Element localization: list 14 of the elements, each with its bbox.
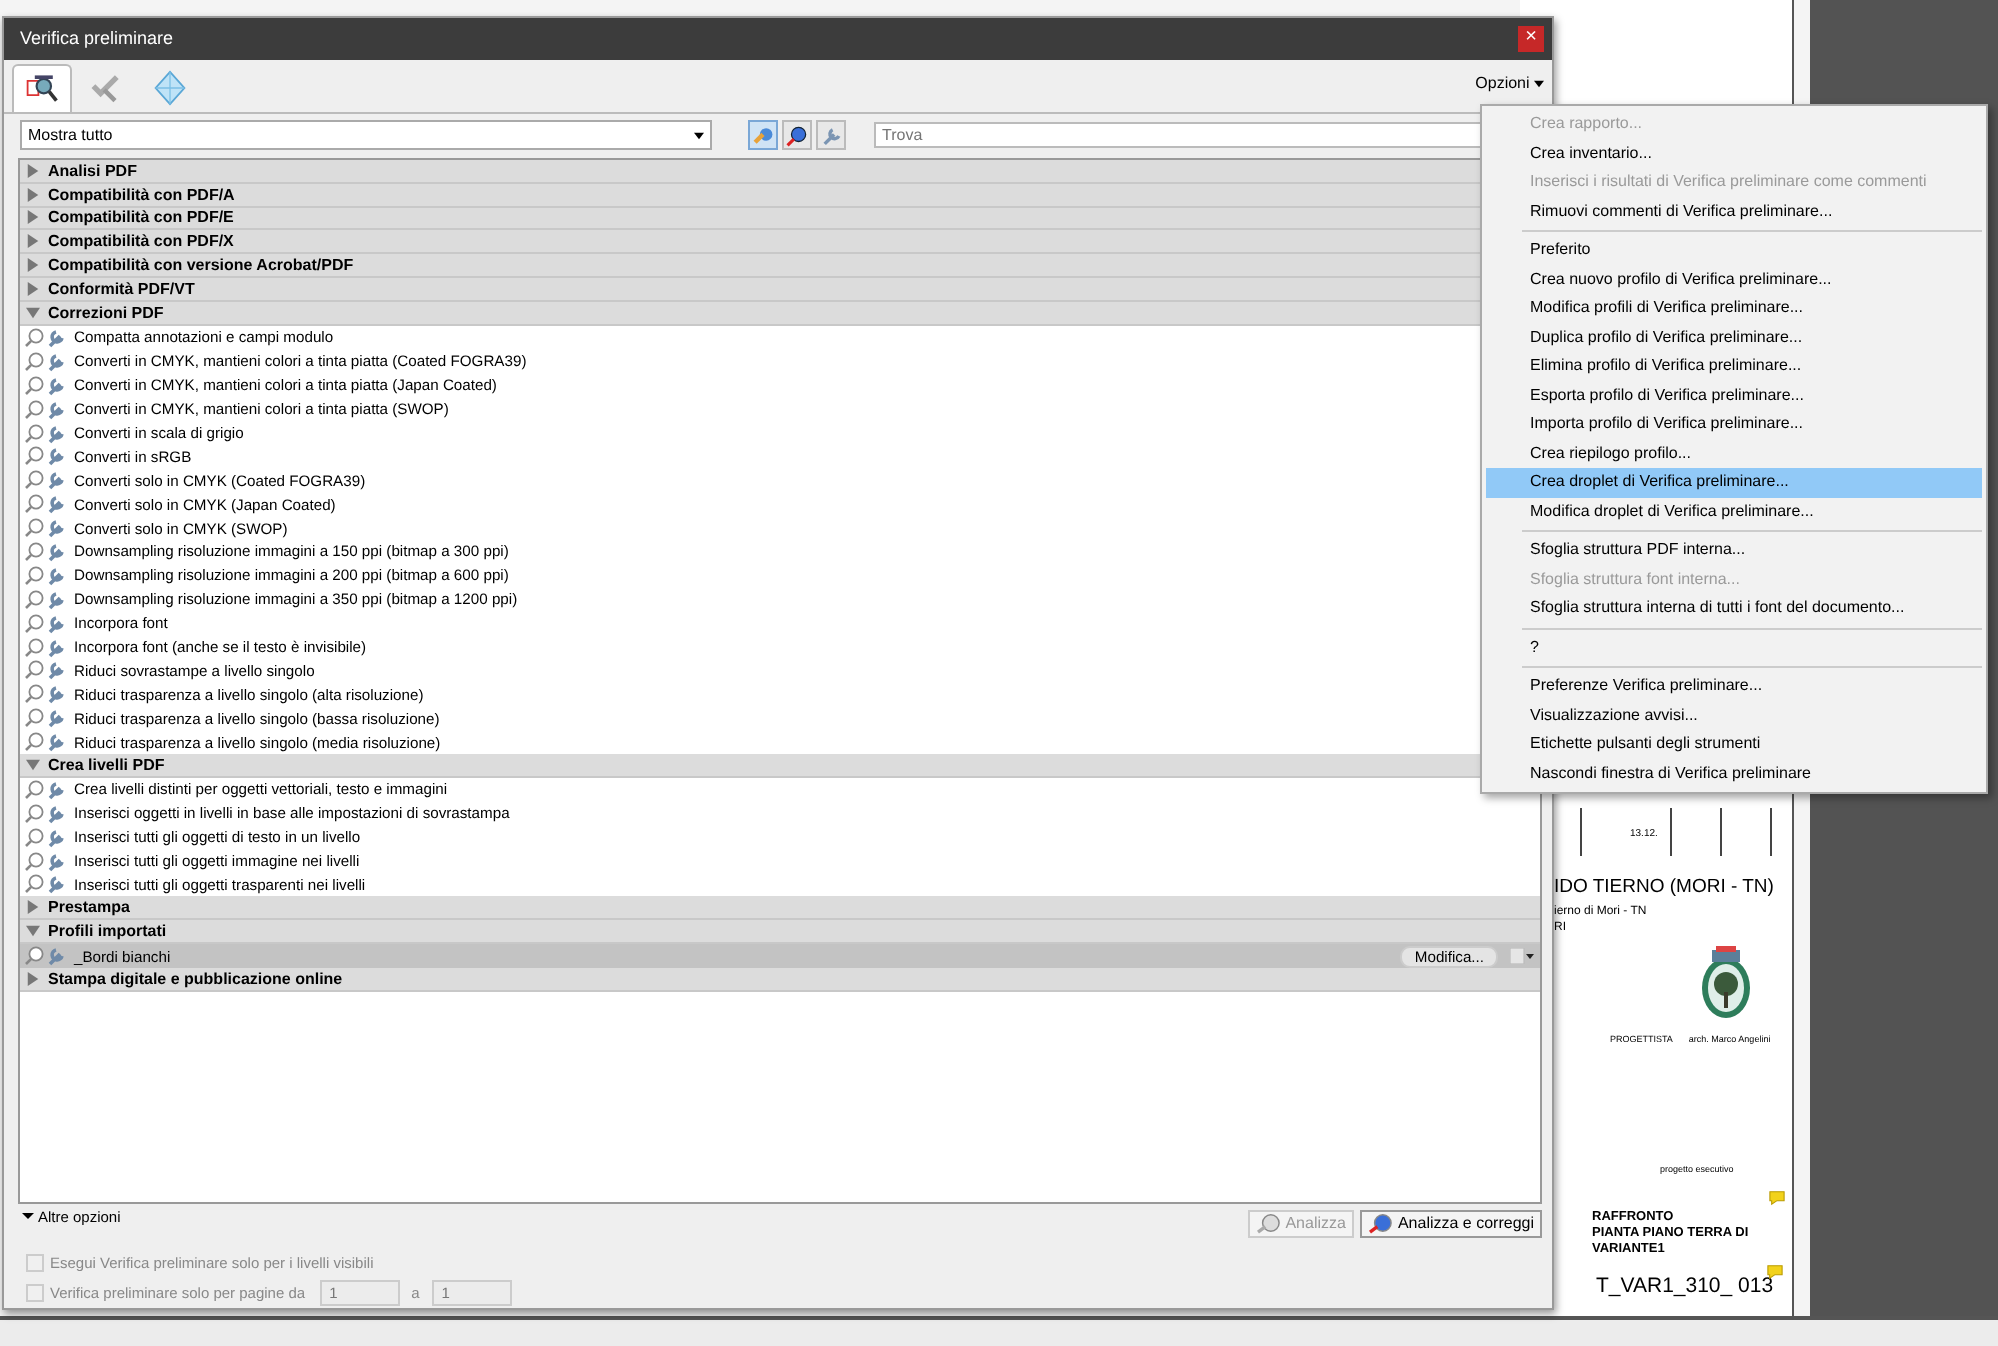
category-label: Correzioni PDF (48, 304, 164, 323)
category-label: Crea livelli PDF (48, 755, 165, 774)
category-label: Prestampa (48, 898, 130, 917)
category-label: Compatibilità con versione Acrobat/PDF (48, 256, 354, 275)
window-title: Verifica preliminare (20, 28, 174, 49)
document-title: IDO TIERNO (MORI - TN) (1554, 876, 1774, 898)
category-label: Compatibilità con PDF/E (48, 208, 234, 227)
drawing-code: T_VAR1_310_ 013 (1596, 1274, 1774, 1298)
category-label: Compatibilità con PDF/X (48, 232, 234, 251)
category-label: Stampa digitale e pubblicazione online (48, 969, 343, 988)
category-label: Analisi PDF (48, 161, 137, 180)
category-label: Profili importati (48, 922, 167, 941)
category-label: Conformità PDF/VT (48, 280, 195, 299)
category-label: Compatibilità con PDF/A (48, 185, 235, 204)
